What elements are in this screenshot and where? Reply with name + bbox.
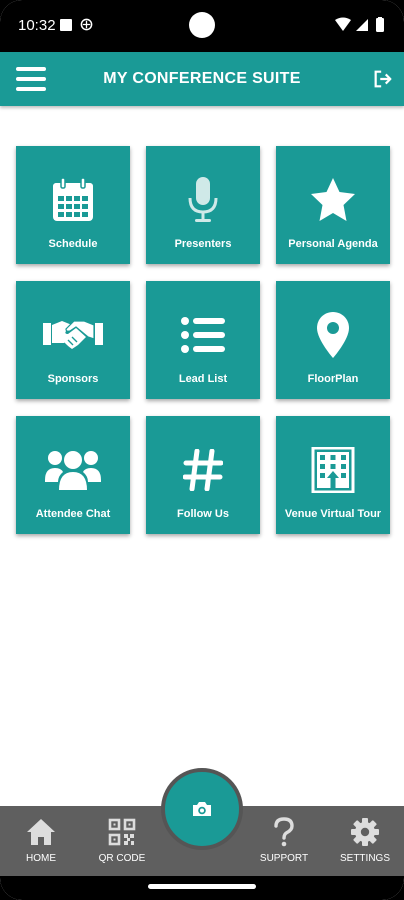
tile-label: Presenters bbox=[174, 238, 232, 250]
wifi-icon bbox=[335, 17, 351, 31]
nav-label: SETTINGS bbox=[339, 853, 390, 864]
tile-label: FloorPlan bbox=[307, 373, 359, 385]
status-time: 10:32 bbox=[18, 17, 56, 34]
tile-floorplan[interactable]: FloorPlan bbox=[276, 281, 390, 399]
status-bar: 10:32 bbox=[0, 0, 404, 52]
tile-presenters[interactable]: Presenters bbox=[146, 146, 260, 264]
notification-icon bbox=[60, 19, 72, 31]
tile-label: Personal Agenda bbox=[288, 238, 378, 250]
gear-icon bbox=[351, 818, 379, 846]
tile-lead-list[interactable]: Lead List bbox=[146, 281, 260, 399]
phone-screen: 10:32 MY CONFERENCE SUITE Schedule Prese… bbox=[0, 0, 404, 900]
list-icon bbox=[181, 317, 225, 353]
tile-label: Lead List bbox=[178, 373, 228, 385]
app-bar: MY CONFERENCE SUITE bbox=[0, 52, 404, 106]
tile-label: Venue Virtual Tour bbox=[284, 508, 382, 520]
tile-label: Sponsors bbox=[47, 373, 99, 385]
nav-home[interactable]: HOME bbox=[6, 806, 76, 870]
building-icon bbox=[311, 447, 355, 493]
tile-attendee-chat[interactable]: Attendee Chat bbox=[16, 416, 130, 534]
users-icon bbox=[45, 451, 101, 490]
home-gesture-handle[interactable] bbox=[148, 884, 256, 889]
tile-personal-agenda[interactable]: Personal Agenda bbox=[276, 146, 390, 264]
nav-label: HOME bbox=[26, 853, 56, 864]
nav-settings[interactable]: SETTINGS bbox=[330, 806, 400, 870]
nav-support[interactable]: SUPPORT bbox=[249, 806, 319, 870]
logout-icon[interactable] bbox=[372, 68, 394, 90]
battery-icon bbox=[376, 18, 384, 32]
vpn-icon bbox=[80, 18, 93, 31]
tile-sponsors[interactable]: Sponsors bbox=[16, 281, 130, 399]
star-icon bbox=[311, 178, 355, 221]
status-icons bbox=[335, 17, 384, 32]
microphone-icon bbox=[188, 177, 218, 222]
calendar-icon bbox=[53, 177, 93, 221]
question-icon bbox=[274, 817, 294, 847]
map-pin-icon bbox=[317, 312, 349, 358]
tile-venue-virtual-tour[interactable]: Venue Virtual Tour bbox=[276, 416, 390, 534]
nav-label: SUPPORT bbox=[259, 853, 309, 864]
handshake-icon bbox=[43, 320, 103, 349]
tile-label: Schedule bbox=[48, 238, 98, 250]
qr-code-icon bbox=[108, 818, 136, 846]
app-title: MY CONFERENCE SUITE bbox=[103, 70, 301, 87]
home-icon bbox=[27, 819, 55, 845]
hashtag-icon bbox=[183, 449, 223, 491]
camera-button[interactable] bbox=[161, 768, 243, 850]
tile-label: Follow Us bbox=[177, 508, 229, 520]
cell-signal-icon bbox=[356, 19, 368, 31]
camera-icon bbox=[193, 802, 211, 816]
tile-follow-us[interactable]: Follow Us bbox=[146, 416, 260, 534]
nav-label: QR CODE bbox=[98, 853, 146, 864]
menu-icon bbox=[16, 67, 46, 71]
tile-label: Attendee Chat bbox=[35, 508, 111, 520]
tile-schedule[interactable]: Schedule bbox=[16, 146, 130, 264]
camera-cutout bbox=[189, 12, 215, 38]
nav-qr-code[interactable]: QR CODE bbox=[87, 806, 157, 870]
menu-button[interactable] bbox=[14, 64, 48, 94]
